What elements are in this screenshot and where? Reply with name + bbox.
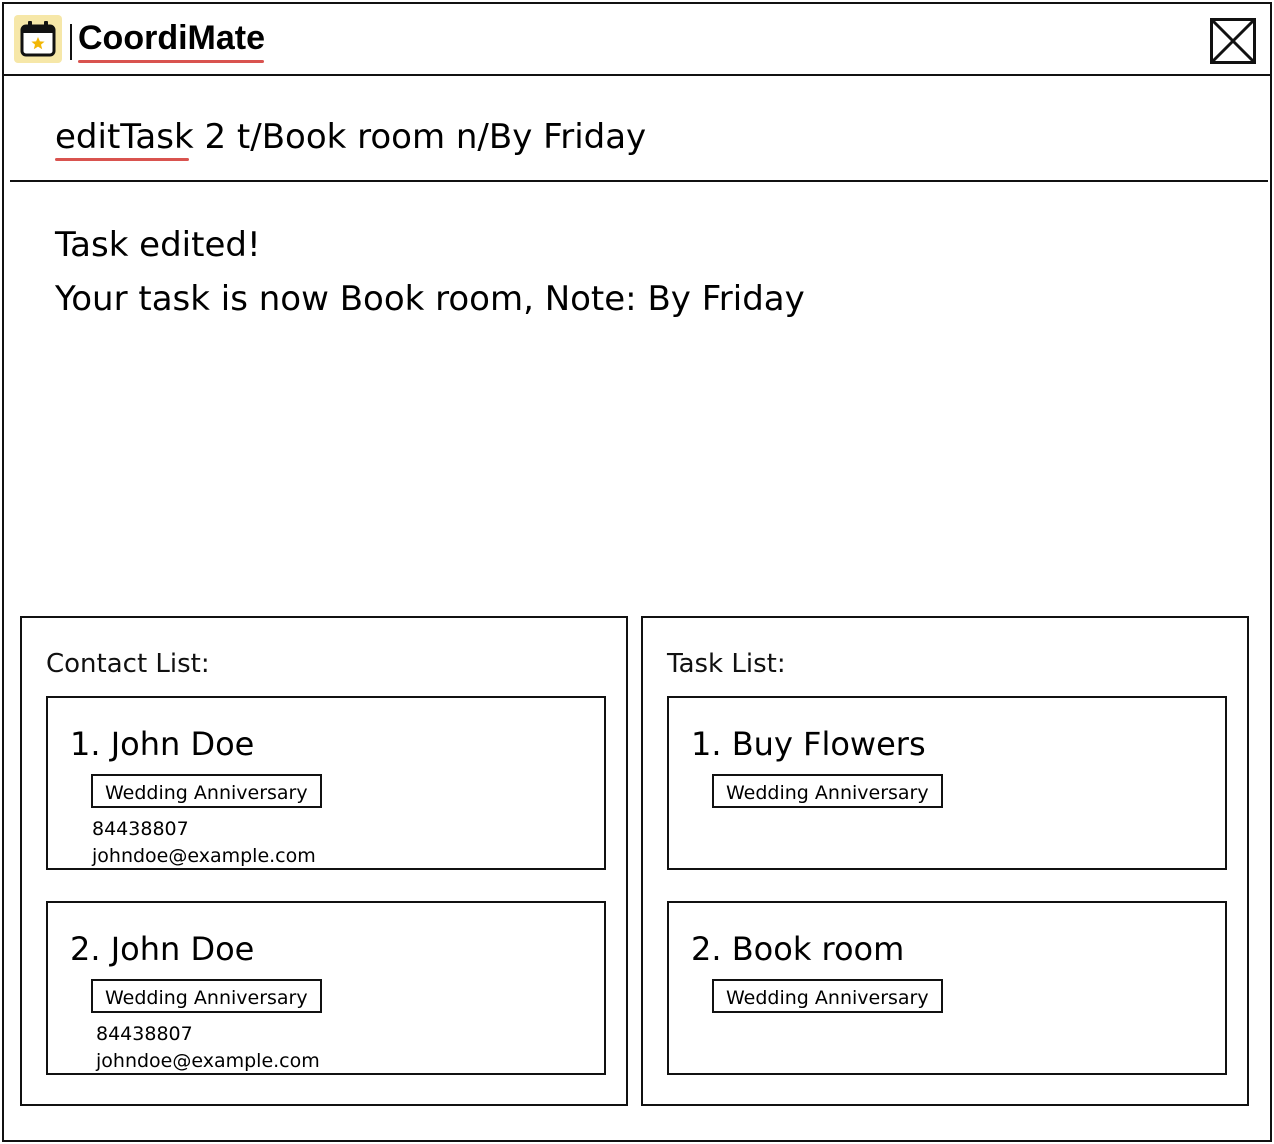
title-separator bbox=[70, 24, 72, 60]
task-card[interactable]: 1. Buy Flowers Wedding Anniversary bbox=[667, 696, 1227, 870]
task-name: 2. Book room bbox=[691, 930, 905, 968]
command-box bbox=[4, 76, 1270, 180]
task-name: 1. Buy Flowers bbox=[691, 725, 926, 763]
task-card[interactable]: 2. Book room Wedding Anniversary bbox=[667, 901, 1227, 1075]
close-icon bbox=[1210, 18, 1256, 64]
contact-phone: 84438807 bbox=[96, 1023, 193, 1045]
task-list-panel: Task List: 1. Buy Flowers Wedding Annive… bbox=[641, 616, 1249, 1106]
contact-phone: 84438807 bbox=[92, 818, 189, 840]
task-tag: Wedding Anniversary bbox=[712, 774, 943, 808]
calendar-star-icon bbox=[14, 15, 62, 63]
contact-email: johndoe@example.com bbox=[92, 845, 316, 867]
task-tag: Wedding Anniversary bbox=[712, 979, 943, 1013]
contact-list-title: Contact List: bbox=[46, 649, 210, 679]
contact-list-panel: Contact List: 1. John Doe Wedding Annive… bbox=[20, 616, 628, 1106]
result-display: Task edited! Your task is now Book room,… bbox=[55, 218, 1235, 326]
task-list-title: Task List: bbox=[667, 649, 786, 679]
contact-tag: Wedding Anniversary bbox=[91, 979, 322, 1013]
title-bar: CoordiMate bbox=[4, 4, 1270, 76]
divider bbox=[10, 180, 1268, 182]
contact-name: 2. John Doe bbox=[70, 930, 255, 968]
app-window: CoordiMate Task edited! Your task is now… bbox=[2, 2, 1272, 1142]
spellcheck-underline bbox=[78, 60, 264, 63]
result-detail: Your task is now Book room, Note: By Fri… bbox=[55, 279, 805, 319]
close-button[interactable] bbox=[1210, 18, 1256, 64]
command-input[interactable] bbox=[55, 112, 1235, 162]
result-message: Task edited! bbox=[55, 225, 261, 265]
contact-card[interactable]: 2. John Doe Wedding Anniversary 84438807… bbox=[46, 901, 606, 1075]
contact-name: 1. John Doe bbox=[70, 725, 255, 763]
contact-card[interactable]: 1. John Doe Wedding Anniversary 84438807… bbox=[46, 696, 606, 870]
spellcheck-underline bbox=[55, 158, 189, 161]
contact-tag: Wedding Anniversary bbox=[91, 774, 322, 808]
app-title: CoordiMate bbox=[78, 19, 265, 57]
contact-email: johndoe@example.com bbox=[96, 1050, 320, 1072]
